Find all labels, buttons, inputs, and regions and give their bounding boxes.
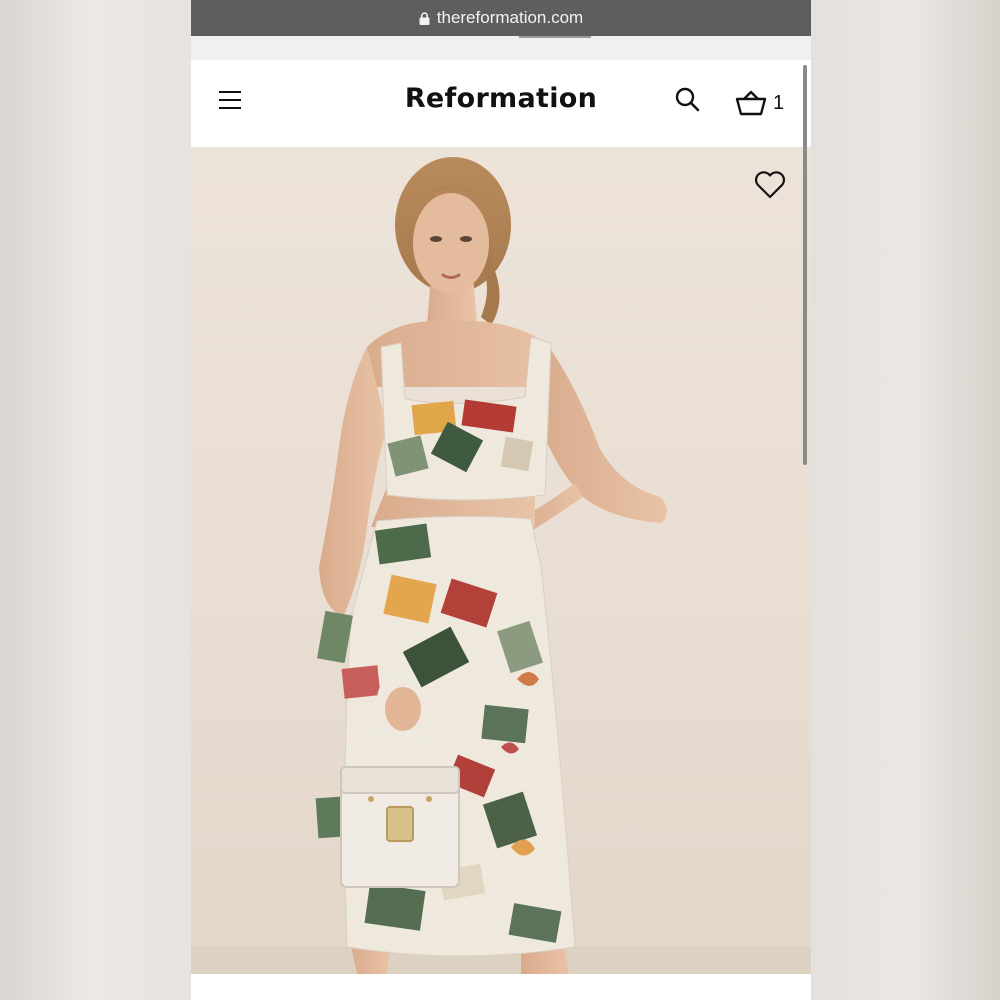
wishlist-heart-button[interactable] [753,170,787,200]
page-content-below-fold [191,974,811,1000]
search-icon[interactable] [673,85,703,115]
cart-button[interactable]: 1 [735,86,801,120]
browser-toolbar-gap [191,36,811,60]
cart-count-badge: 1 [773,91,785,114]
page-scrollbar[interactable] [803,65,807,465]
lock-icon [419,11,430,25]
brand-logo-link[interactable]: Reformation [405,83,597,114]
heart-icon [754,171,786,199]
site-header: Reformation 1 [191,60,811,147]
browser-url-text: thereformation.com [436,8,584,27]
mobile-browser-screen: thereformation.com Reformation 1 [191,0,811,1000]
product-image[interactable] [191,147,811,974]
model-photo [191,157,811,974]
brand-logo: Reformation [191,83,811,114]
page-edge-sliver [519,36,591,38]
hamburger-menu-icon[interactable] [217,87,243,113]
shopping-basket-icon [735,90,767,116]
browser-url-bar[interactable]: thereformation.com [191,0,811,36]
